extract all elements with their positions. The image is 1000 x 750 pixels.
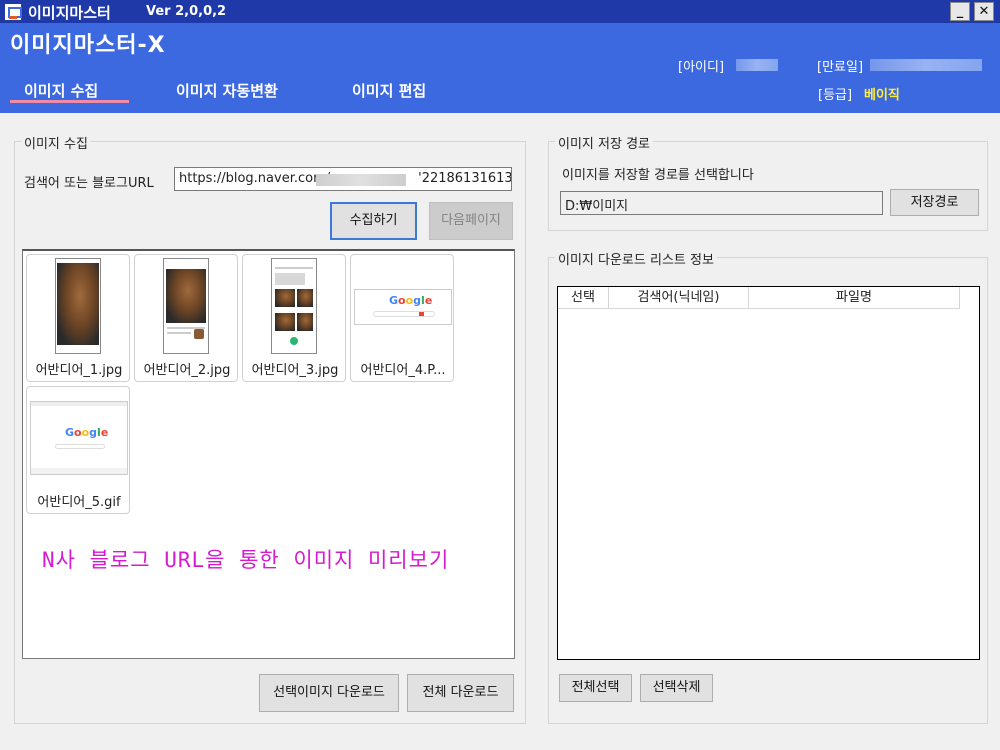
thumbnail-caption: 어반디어_3.jpg bbox=[251, 363, 339, 378]
column-header-select[interactable]: 선택 bbox=[558, 287, 609, 309]
user-id-redacted bbox=[736, 59, 778, 71]
thumbnail-caption: 어반디어_1.jpg bbox=[35, 363, 123, 378]
tab-image-collect[interactable]: 이미지 수집 bbox=[24, 80, 98, 101]
url-redacted bbox=[316, 174, 406, 186]
download-list-group-title: 이미지 다운로드 리스트 정보 bbox=[555, 249, 717, 268]
thumbnail-item[interactable]: 어반디어_1.jpg bbox=[26, 254, 130, 382]
version-label: Ver 2,0,0,2 bbox=[146, 4, 227, 19]
window-title: 이미지마스터 bbox=[28, 4, 111, 22]
delete-selected-button[interactable]: 선택삭제 bbox=[640, 674, 713, 702]
active-tab-indicator bbox=[10, 100, 129, 103]
close-button[interactable]: ✕ bbox=[974, 2, 994, 21]
thumbnail-image: Google bbox=[354, 289, 452, 325]
app-header: 이미지마스터-X 이미지 수집 이미지 자동변환 이미지 편집 [아이디] [만… bbox=[0, 23, 1000, 113]
tab-image-edit[interactable]: 이미지 편집 bbox=[352, 80, 426, 101]
thumbnail-image bbox=[55, 258, 101, 354]
minimize-button[interactable]: _ bbox=[950, 2, 970, 21]
next-page-button[interactable]: 다음페이지 bbox=[429, 202, 513, 240]
window-title-bar: 이미지마스터 Ver 2,0,0,2 _ ✕ bbox=[0, 0, 1000, 23]
thumbnail-image bbox=[271, 258, 317, 354]
save-path-group: 이미지 저장 경로 bbox=[548, 133, 988, 231]
grade-label: [등급] bbox=[818, 88, 853, 103]
download-selected-button[interactable]: 선택이미지 다운로드 bbox=[259, 674, 399, 712]
collect-button[interactable]: 수집하기 bbox=[330, 202, 417, 240]
thumbnail-item[interactable]: Google 어반디어_5.gif bbox=[26, 386, 130, 514]
thumbnail-item[interactable]: Google 어반디어_4.P... bbox=[350, 254, 454, 382]
save-path-group-title: 이미지 저장 경로 bbox=[555, 133, 653, 152]
save-path-button[interactable]: 저장경로 bbox=[890, 189, 979, 216]
expiry-label: [만료일] bbox=[817, 60, 864, 75]
column-header-filename[interactable]: 파일명 bbox=[749, 287, 960, 309]
tab-image-auto-convert[interactable]: 이미지 자동변환 bbox=[176, 80, 278, 101]
save-path-description: 이미지를 저장할 경로를 선택합니다 bbox=[562, 168, 754, 183]
save-path-input[interactable]: D:₩이미지 bbox=[560, 191, 883, 215]
thumbnail-image: Google bbox=[30, 401, 128, 475]
user-id-label: [아이디] bbox=[678, 60, 725, 75]
grade-value: 베이직 bbox=[864, 88, 900, 103]
thumbnail-caption: 어반디어_5.gif bbox=[37, 495, 121, 510]
thumbnail-caption: 어반디어_2.jpg bbox=[143, 363, 231, 378]
thumbnail-item[interactable]: 어반디어_3.jpg bbox=[242, 254, 346, 382]
thumbnail-image bbox=[163, 258, 209, 354]
select-all-button[interactable]: 전체선택 bbox=[559, 674, 632, 702]
download-all-button[interactable]: 전체 다운로드 bbox=[407, 674, 514, 712]
thumbnail-caption: 어반디어_4.P... bbox=[360, 363, 446, 378]
search-url-suffix: '221861316135 bbox=[418, 171, 512, 186]
app-logo-icon bbox=[4, 3, 22, 21]
thumbnail-item[interactable]: 어반디어_2.jpg bbox=[134, 254, 238, 382]
image-collect-group-title: 이미지 수집 bbox=[21, 133, 91, 152]
column-header-keyword[interactable]: 검색어(닉네임) bbox=[609, 287, 749, 309]
preview-caption: N사 블로그 URL을 통한 이미지 미리보기 bbox=[42, 548, 450, 572]
app-name: 이미지마스터-X bbox=[10, 33, 166, 58]
download-list-table[interactable]: 선택 검색어(닉네임) 파일명 bbox=[557, 286, 980, 660]
image-preview-area[interactable]: 어반디어_1.jpg 어반디어_2.jpg 어반디어_3.jpg Google bbox=[22, 249, 515, 659]
search-label: 검색어 또는 블로그URL bbox=[24, 176, 154, 191]
search-url-prefix: https://blog.naver.com/ bbox=[179, 171, 331, 186]
expiry-redacted bbox=[870, 59, 982, 71]
